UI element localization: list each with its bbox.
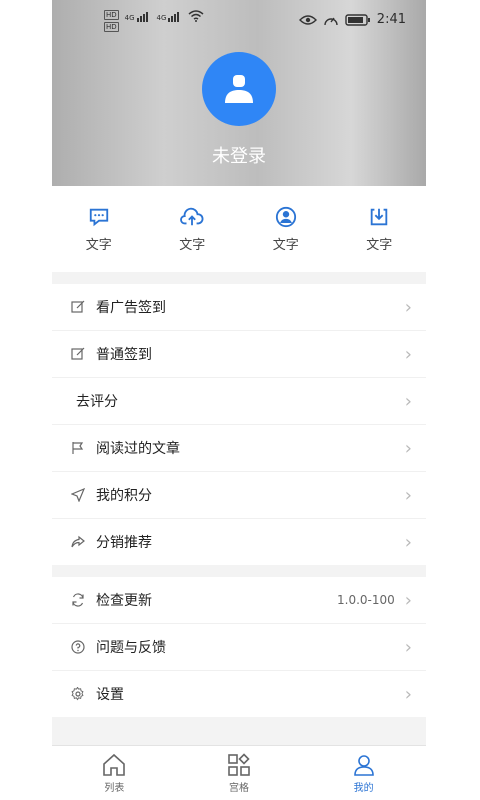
menu-item-ad-checkin[interactable]: 看广告签到 › (52, 284, 426, 331)
menu-item-rate[interactable]: 去评分 › (52, 378, 426, 425)
status-right: 2:41 (298, 12, 406, 27)
chevron-right-icon: › (404, 484, 412, 506)
send-icon (70, 487, 86, 503)
grid-icon (228, 752, 250, 776)
menu-item-label: 分销推荐 (96, 535, 152, 551)
tab-label: 宫格 (228, 782, 249, 794)
menu-item-referral[interactable]: 分销推荐 › (52, 519, 426, 565)
menu-item-read-articles[interactable]: 阅读过的文章 › (52, 425, 426, 472)
chevron-right-icon: › (404, 296, 412, 318)
quick-action-upload[interactable]: 文字 (152, 206, 232, 253)
quick-action-label: 文字 (179, 237, 206, 253)
chevron-right-icon: › (404, 343, 412, 365)
signal-icon (136, 12, 148, 22)
hd-badges: HD HD (104, 10, 119, 32)
edit-icon (70, 346, 86, 362)
menu-group-system: 检查更新 1.0.0-100 › 问题与反馈 › 设置 › (52, 577, 426, 717)
app-version: 1.0.0-100 (337, 593, 395, 607)
menu-item-label: 检查更新 (96, 593, 152, 609)
quick-action-download[interactable]: 文字 (339, 206, 419, 253)
quick-action-label: 文字 (366, 237, 393, 253)
flag-icon (70, 440, 86, 456)
chevron-right-icon: › (404, 636, 412, 658)
menu-item-label: 设置 (96, 687, 124, 703)
menu-group-checkin: 看广告签到 › 普通签到 › 去评分 › 阅读过的文章 › 我的积分 › 分销推… (52, 284, 426, 565)
chevron-right-icon: › (404, 683, 412, 705)
hd-badge-1: HD (104, 10, 119, 20)
menu-item-settings[interactable]: 设置 › (52, 671, 426, 717)
chat-icon (89, 208, 108, 226)
tab-grid[interactable]: 宫格 (199, 752, 279, 794)
help-icon (70, 639, 86, 655)
user-avatar-icon (225, 75, 253, 103)
battery-icon (345, 13, 370, 26)
tab-label: 我的 (353, 782, 374, 794)
tab-label: 列表 (104, 782, 125, 794)
avatar[interactable] (202, 52, 276, 126)
chevron-right-icon: › (404, 390, 412, 412)
eye-icon (298, 14, 317, 25)
hd-badge-2: HD (104, 22, 119, 32)
network-type-1: 4G (124, 14, 135, 22)
quick-action-chat[interactable]: 文字 (59, 206, 139, 253)
signal-group-2: 4G (157, 10, 183, 22)
signal-group-1: 4G (125, 10, 151, 22)
menu-item-label: 阅读过的文章 (96, 441, 180, 457)
quick-action-profile[interactable]: 文字 (246, 206, 326, 253)
status-bar: HD HD 4G 4G 2:41 (52, 8, 426, 32)
user-circle-icon (275, 206, 296, 227)
download-icon (371, 208, 388, 225)
menu-item-label: 我的积分 (96, 488, 152, 504)
user-icon (353, 754, 374, 776)
menu-item-label: 问题与反馈 (96, 640, 166, 656)
tab-mine[interactable]: 我的 (324, 753, 404, 794)
quick-actions: 文字 文字 文字 文字 (52, 186, 426, 272)
signal-icon (168, 12, 180, 22)
login-status[interactable]: 未登录 (52, 142, 426, 168)
refresh-icon (70, 592, 86, 608)
bottom-tab-bar: 列表 宫格 我的 (52, 745, 426, 800)
chevron-right-icon: › (404, 531, 412, 553)
tab-list[interactable]: 列表 (74, 753, 154, 794)
menu-item-label: 看广告签到 (96, 300, 166, 316)
chevron-right-icon: › (404, 589, 412, 611)
app-screen: HD HD 4G 4G 2:41 未登录 文字 文字 文字 文字 看广告签到 ›… (52, 0, 426, 800)
menu-item-normal-checkin[interactable]: 普通签到 › (52, 331, 426, 378)
menu-item-feedback[interactable]: 问题与反馈 › (52, 624, 426, 671)
speedometer-icon (324, 17, 338, 25)
menu-item-check-update[interactable]: 检查更新 1.0.0-100 › (52, 577, 426, 624)
menu-item-points[interactable]: 我的积分 › (52, 472, 426, 519)
profile-header: HD HD 4G 4G 2:41 未登录 (52, 0, 426, 186)
menu-item-label: 去评分 (76, 394, 118, 410)
status-left: HD HD 4G 4G (104, 10, 204, 32)
status-time: 2:41 (376, 12, 406, 27)
menu-item-label: 普通签到 (96, 347, 152, 363)
share-icon (70, 534, 86, 550)
quick-action-label: 文字 (272, 237, 299, 253)
wifi-icon (188, 10, 204, 22)
network-type-2: 4G (156, 14, 167, 22)
chevron-right-icon: › (404, 437, 412, 459)
home-icon (103, 753, 126, 776)
quick-action-label: 文字 (85, 237, 112, 253)
settings-icon (70, 686, 86, 702)
edit-icon (70, 299, 86, 315)
cloud-upload-icon (180, 207, 204, 225)
